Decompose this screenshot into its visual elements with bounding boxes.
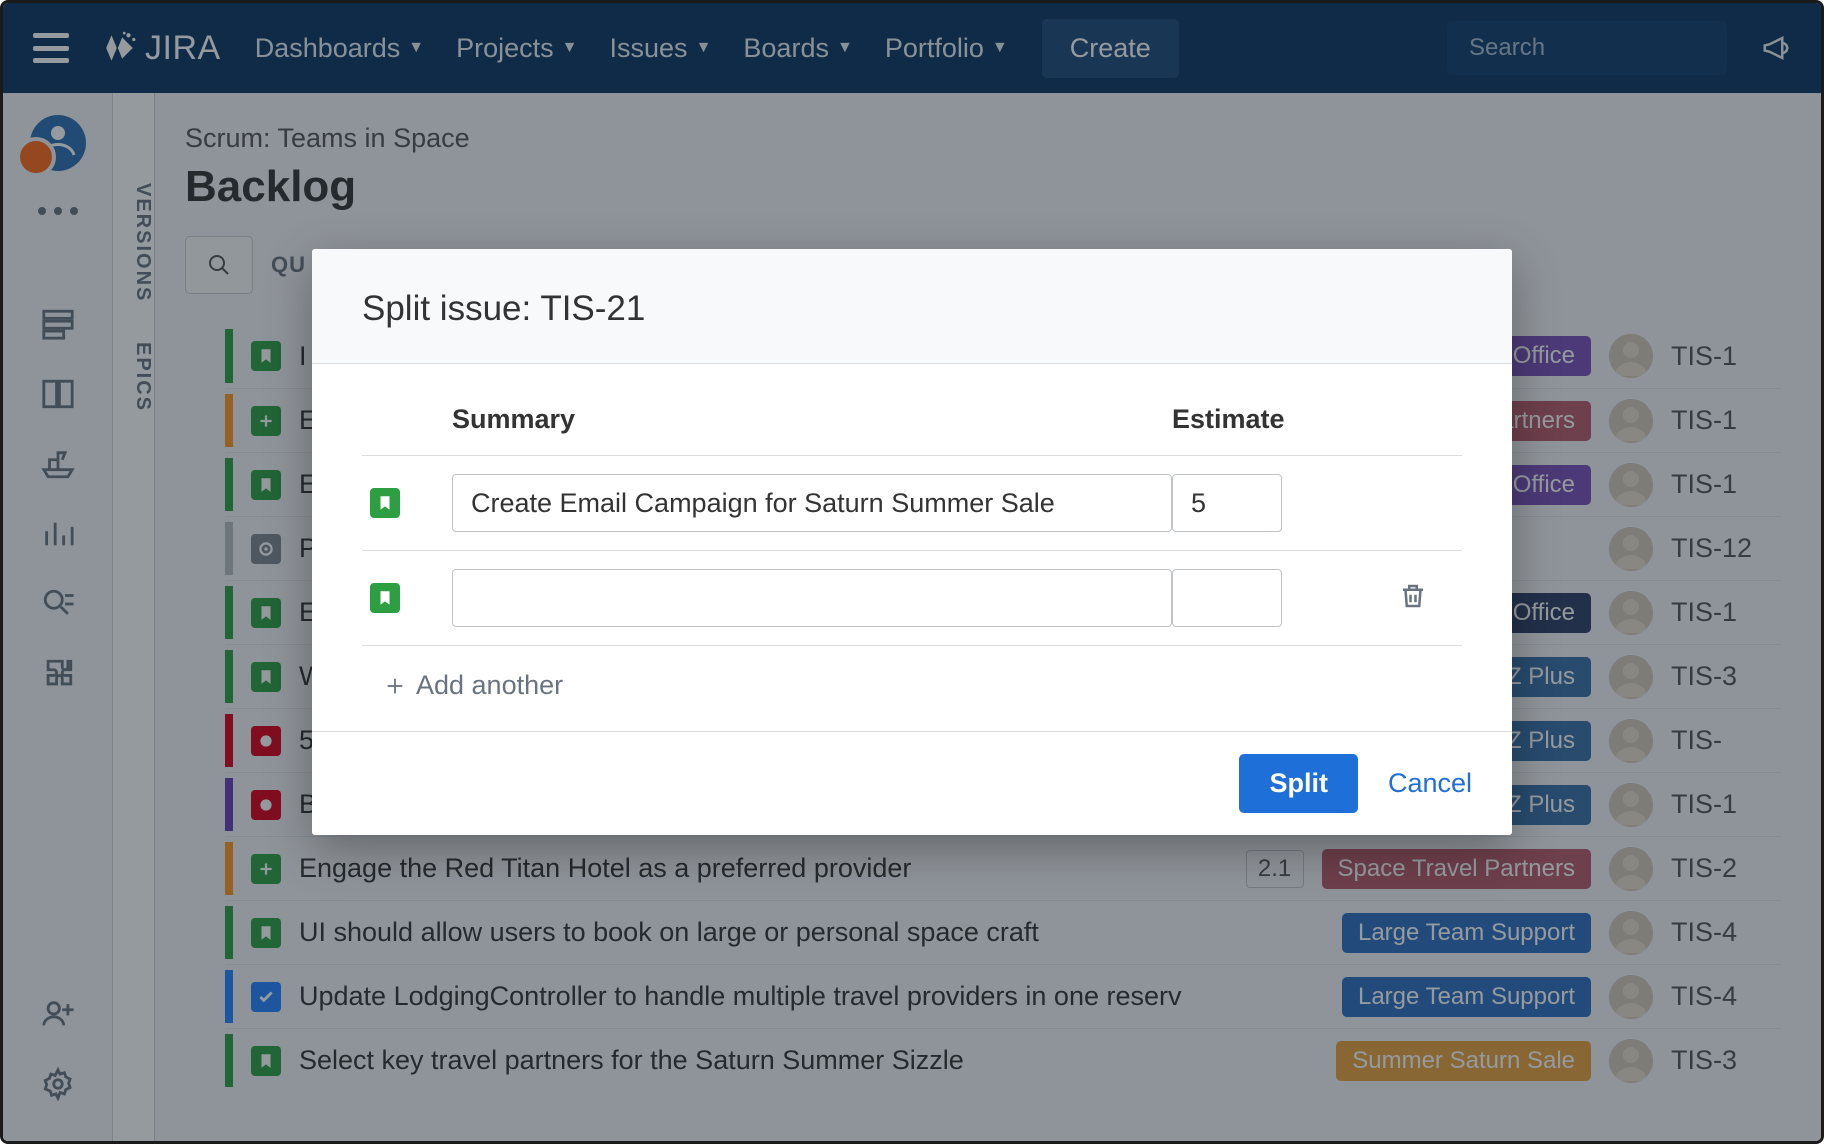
- cancel-button[interactable]: Cancel: [1388, 768, 1472, 799]
- modal-title: Split issue: TIS-21: [362, 289, 1462, 329]
- split-issue-modal: Split issue: TIS-21 Summary Estimate Add…: [312, 249, 1512, 835]
- column-estimate: Estimate: [1172, 404, 1382, 435]
- add-another-label: Add another: [416, 670, 563, 701]
- split-button[interactable]: Split: [1239, 754, 1358, 813]
- estimate-input[interactable]: [1172, 474, 1282, 532]
- summary-input[interactable]: [452, 569, 1172, 627]
- column-summary: Summary: [452, 404, 1172, 435]
- issue-type-icon: [370, 583, 400, 613]
- split-row: [362, 456, 1462, 551]
- issue-type-icon: [370, 488, 400, 518]
- modal-overlay[interactable]: Split issue: TIS-21 Summary Estimate Add…: [3, 3, 1821, 1141]
- trash-icon[interactable]: [1398, 581, 1428, 611]
- add-another-button[interactable]: Add another: [362, 646, 1462, 701]
- plus-icon: [384, 675, 406, 697]
- summary-input[interactable]: [452, 474, 1172, 532]
- estimate-input[interactable]: [1172, 569, 1282, 627]
- split-row: [362, 551, 1462, 646]
